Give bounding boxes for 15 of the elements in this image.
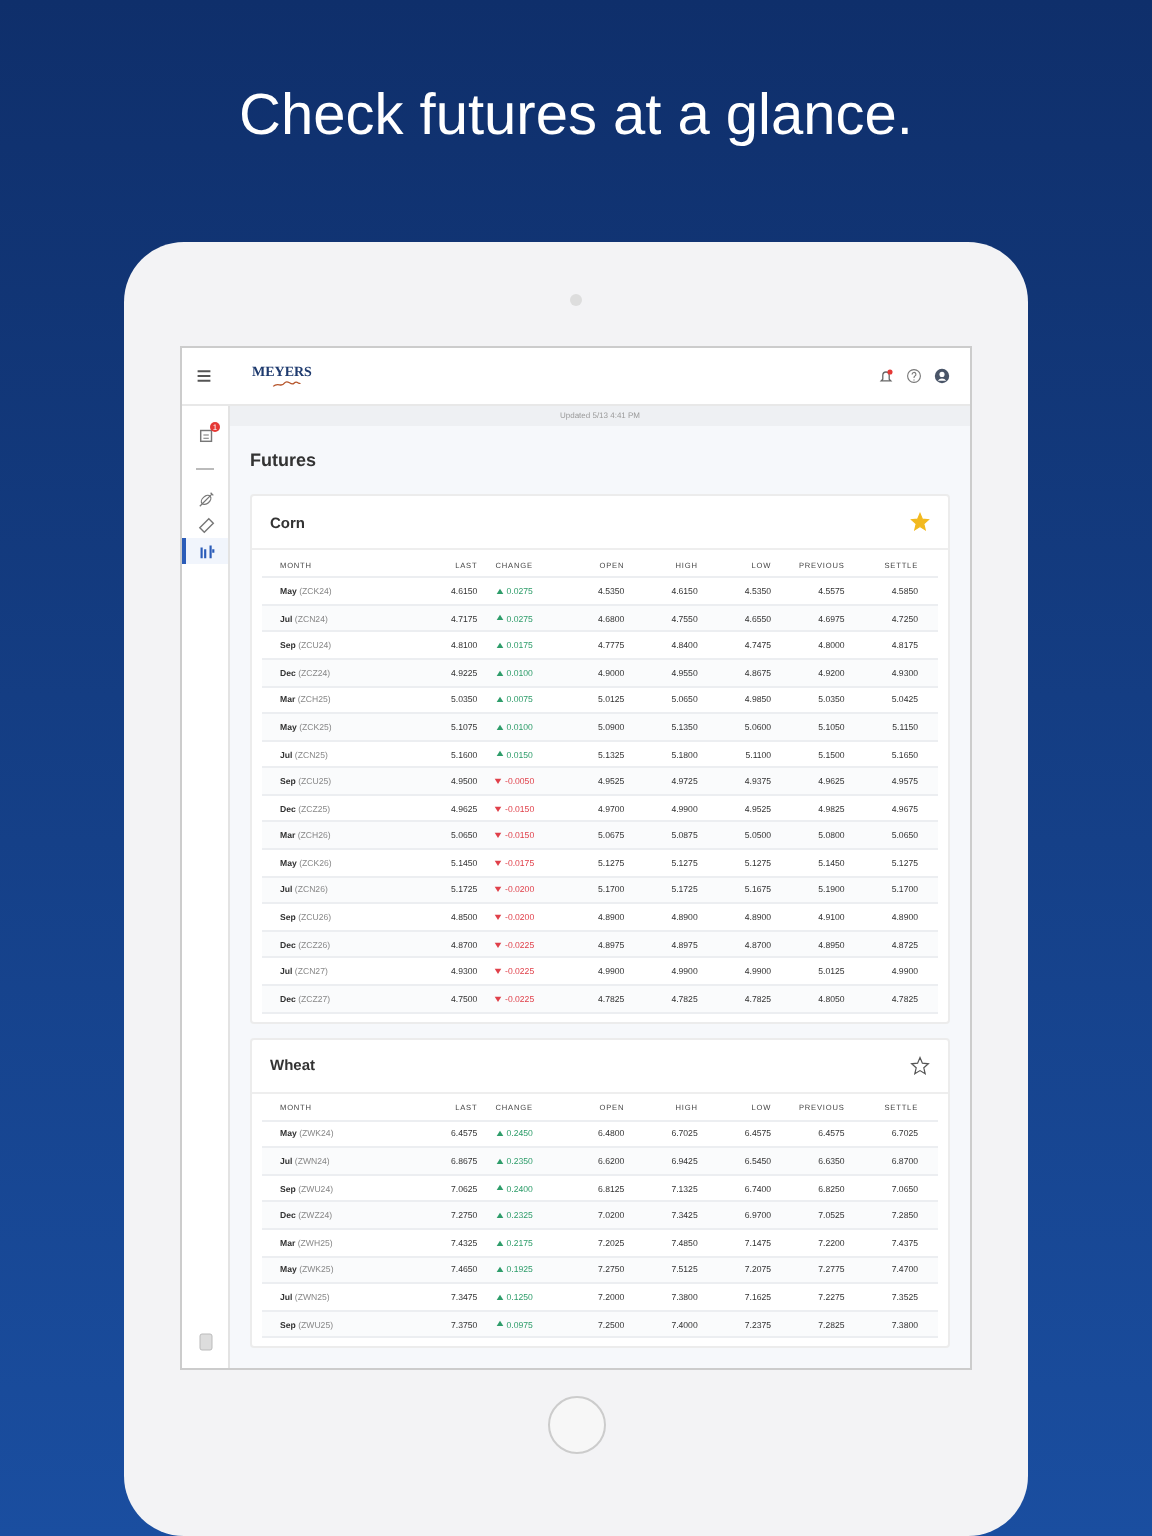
bell-icon[interactable] (878, 368, 894, 385)
star-icon[interactable] (910, 512, 930, 533)
satellite-icon (198, 490, 216, 509)
camera-dot (570, 294, 582, 307)
sidebar-item[interactable] (182, 538, 228, 565)
star-icon[interactable] (910, 1055, 930, 1076)
document-icon (198, 426, 216, 445)
script-logo-icon (268, 380, 304, 389)
headline: Check futures at a glance. (239, 84, 913, 152)
bars-icon (198, 542, 216, 561)
help-icon[interactable] (906, 368, 922, 385)
menu-icon[interactable] (196, 368, 212, 385)
user-icon[interactable] (934, 368, 950, 385)
tag-icon (198, 516, 216, 535)
page-title: Futures (250, 450, 319, 471)
